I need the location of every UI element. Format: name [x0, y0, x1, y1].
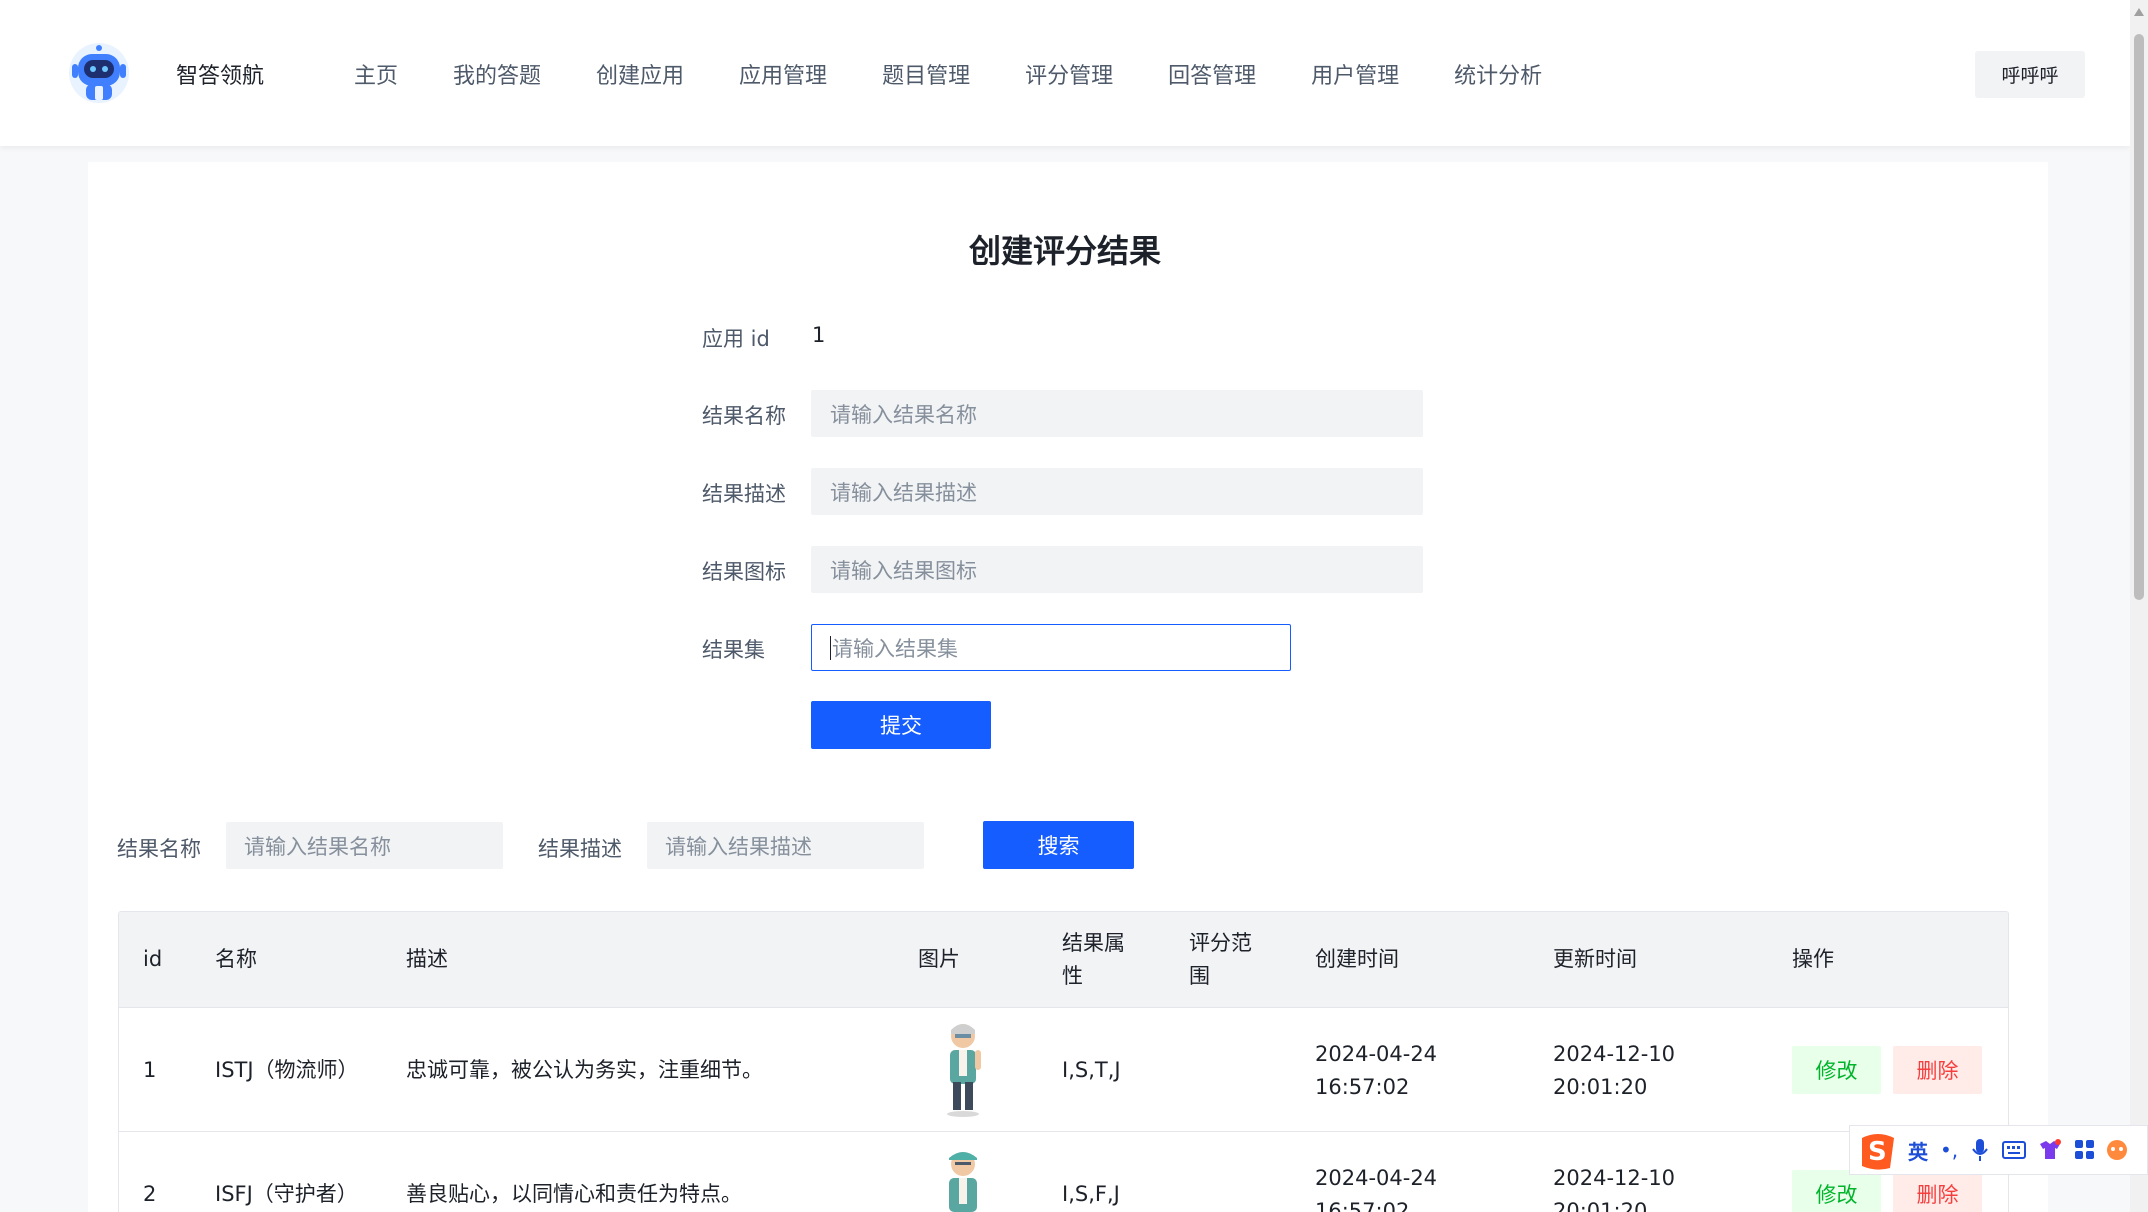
- results-table: id 名称 描述 图片 结果属性 评分范围 创建时间 更新时间 操作 1 IST…: [118, 911, 2009, 1212]
- brand-name[interactable]: 智答领航: [176, 58, 264, 90]
- search-name-label: 结果名称: [117, 837, 201, 861]
- th-image: 图片: [918, 947, 960, 971]
- row-created: 2024-04-24 16:57:02: [1315, 1042, 1438, 1099]
- scrollbar-thumb[interactable]: [2134, 34, 2144, 600]
- keyboard-icon[interactable]: [2002, 1140, 2027, 1160]
- table-row: 2 ISFJ（守护者） 善良贴心，以同情心和责任为特点。 I,S,F,J 202…: [119, 1132, 2008, 1212]
- nav-item-home[interactable]: 主页: [354, 58, 398, 90]
- search-desc-label: 结果描述: [538, 837, 622, 861]
- row-id: 2: [143, 1182, 157, 1206]
- nav-item-create-app[interactable]: 创建应用: [596, 58, 684, 90]
- page-title: 创建评分结果: [968, 232, 1161, 270]
- row-name: ISFJ（守护者）: [215, 1182, 358, 1206]
- page-scrollbar[interactable]: [2130, 0, 2148, 1212]
- table-row: 1 ISTJ（物流师） 忠诚可靠，被公认为务实，注重细节。 I,S,T,J 20…: [119, 1008, 2008, 1132]
- punctuation-icon[interactable]: •,: [1940, 1138, 1958, 1162]
- result-avatar-image: [949, 1152, 977, 1212]
- th-name: 名称: [215, 947, 257, 971]
- skin-shirt-icon[interactable]: [2038, 1139, 2062, 1161]
- table-header: id 名称 描述 图片 结果属性 评分范围 创建时间 更新时间 操作: [119, 912, 2008, 1008]
- delete-button[interactable]: 删除: [1893, 1046, 1982, 1094]
- user-menu-button[interactable]: 呼呼呼: [1975, 51, 2085, 98]
- nav-item-app-manage[interactable]: 应用管理: [739, 58, 827, 90]
- submit-button[interactable]: 提交: [811, 701, 991, 749]
- text-caret: [830, 635, 831, 660]
- row-name: ISTJ（物流师）: [215, 1058, 359, 1082]
- main-nav: 主页 我的答题 创建应用 应用管理 题目管理 评分管理 回答管理 用户管理 统计…: [354, 58, 1597, 90]
- scroll-up-arrow-icon[interactable]: [2134, 8, 2144, 16]
- result-avatar-image: [947, 1024, 981, 1117]
- ime-toolbar: S 英 •,: [1849, 1125, 2148, 1175]
- nav-item-statistics[interactable]: 统计分析: [1454, 58, 1542, 90]
- robot-logo-icon[interactable]: [66, 40, 132, 106]
- result-desc-placeholder: 请输入结果描述: [830, 480, 977, 505]
- th-range: 评分范围: [1189, 931, 1252, 988]
- search-button[interactable]: 搜索: [983, 821, 1134, 869]
- result-name-label: 结果名称: [702, 404, 786, 428]
- row-attr: I,S,F,J: [1062, 1182, 1120, 1206]
- search-desc-input[interactable]: 请输入结果描述: [647, 822, 924, 869]
- row-updated: 2024-12-10 20:01:20: [1553, 1166, 1676, 1212]
- th-attr: 结果属性: [1062, 931, 1125, 988]
- result-name-input[interactable]: 请输入结果名称: [811, 390, 1423, 437]
- result-desc-input[interactable]: 请输入结果描述: [811, 468, 1423, 515]
- result-icon-placeholder: 请输入结果图标: [830, 558, 977, 583]
- nav-item-scoring-manage[interactable]: 评分管理: [1025, 58, 1113, 90]
- search-name-placeholder: 请输入结果名称: [244, 834, 391, 859]
- th-ops: 操作: [1792, 947, 1834, 971]
- th-desc: 描述: [406, 947, 448, 971]
- delete-button[interactable]: 删除: [1893, 1170, 1982, 1212]
- ime-mode-label[interactable]: 英: [1908, 1136, 1928, 1165]
- mascot-icon[interactable]: [2106, 1139, 2128, 1161]
- nav-item-answer-manage[interactable]: 回答管理: [1168, 58, 1256, 90]
- th-id: id: [143, 947, 163, 971]
- row-created: 2024-04-24 16:57:02: [1315, 1166, 1438, 1212]
- result-desc-label: 结果描述: [702, 482, 786, 506]
- edit-button[interactable]: 修改: [1792, 1170, 1881, 1212]
- result-icon-input[interactable]: 请输入结果图标: [811, 546, 1423, 593]
- result-set-input[interactable]: 请输入结果集: [811, 624, 1291, 671]
- result-icon-label: 结果图标: [702, 560, 786, 584]
- result-set-placeholder: 请输入结果集: [832, 636, 958, 661]
- svg-text:S: S: [1868, 1137, 1887, 1167]
- nav-item-my-answers[interactable]: 我的答题: [453, 58, 541, 90]
- row-desc: 忠诚可靠，被公认为务实，注重细节。: [406, 1058, 763, 1082]
- toolbox-grid-icon[interactable]: [2074, 1139, 2096, 1161]
- app-id-value: 1: [812, 323, 826, 347]
- result-set-label: 结果集: [702, 638, 765, 662]
- top-header: 智答领航 主页 我的答题 创建应用 应用管理 题目管理 评分管理 回答管理 用户…: [0, 0, 2130, 146]
- th-created: 创建时间: [1315, 947, 1399, 971]
- row-attr: I,S,T,J: [1062, 1058, 1121, 1082]
- result-name-placeholder: 请输入结果名称: [830, 402, 977, 427]
- search-name-input[interactable]: 请输入结果名称: [226, 822, 503, 869]
- row-updated: 2024-12-10 20:01:20: [1553, 1042, 1676, 1099]
- nav-item-question-manage[interactable]: 题目管理: [882, 58, 970, 90]
- microphone-icon[interactable]: [1970, 1137, 1990, 1163]
- th-updated: 更新时间: [1553, 947, 1637, 971]
- sogou-logo-icon[interactable]: S: [1856, 1128, 1900, 1172]
- nav-item-user-manage[interactable]: 用户管理: [1311, 58, 1399, 90]
- row-id: 1: [143, 1058, 157, 1082]
- search-desc-placeholder: 请输入结果描述: [665, 834, 812, 859]
- row-desc: 善良贴心，以同情心和责任为特点。: [406, 1182, 742, 1206]
- edit-button[interactable]: 修改: [1792, 1046, 1881, 1094]
- app-id-label: 应用 id: [702, 327, 770, 351]
